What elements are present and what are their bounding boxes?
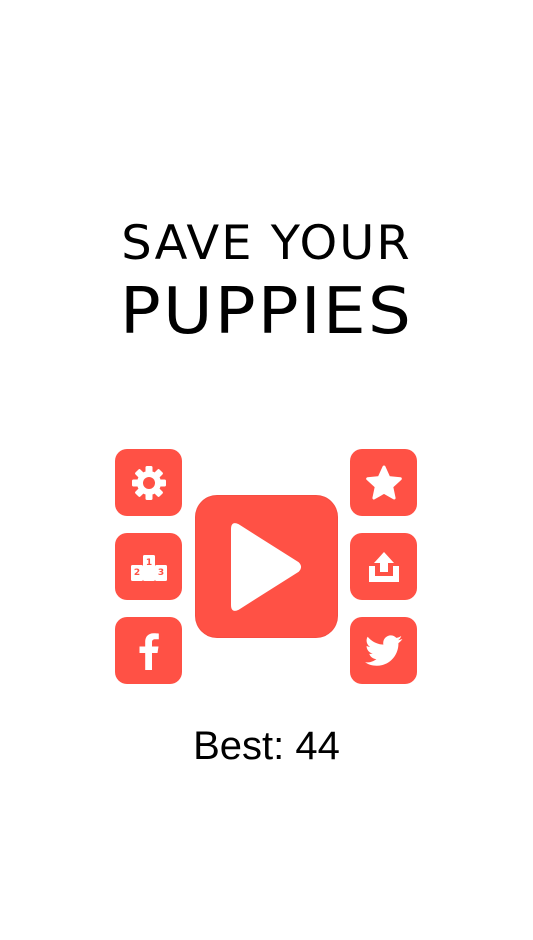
play-icon: [230, 521, 304, 613]
leaderboard-button[interactable]: 1 2 3: [115, 533, 182, 600]
podium-label-3: 3: [157, 568, 163, 578]
gear-icon: [130, 464, 168, 502]
settings-button[interactable]: [115, 449, 182, 516]
title-line-2: PUPPIES: [119, 275, 414, 349]
rate-button[interactable]: [350, 449, 417, 516]
best-score: Best: 44: [193, 724, 340, 768]
podium-label-2: 2: [133, 568, 139, 578]
share-icon: [367, 551, 401, 583]
twitter-button[interactable]: [350, 617, 417, 684]
title-line-1: SAVE YOUR: [121, 216, 412, 271]
star-icon: [365, 465, 403, 501]
share-button[interactable]: [350, 533, 417, 600]
twitter-icon: [364, 634, 403, 667]
podium-icon: 1 2 3: [129, 551, 169, 583]
facebook-icon: [138, 632, 160, 670]
podium-label-1: 1: [145, 558, 151, 568]
facebook-button[interactable]: [115, 617, 182, 684]
play-button[interactable]: [195, 495, 338, 638]
